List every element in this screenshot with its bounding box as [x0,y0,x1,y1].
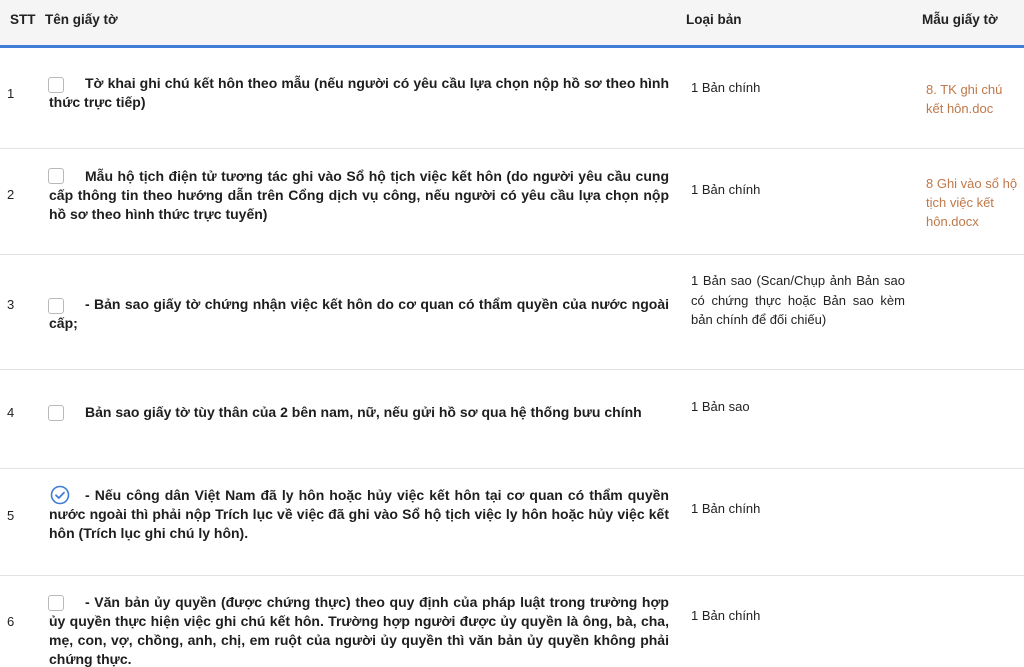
header-type: Loại bản [686,12,742,27]
document-type: 1 Bản chính [691,608,761,623]
table-row: 5 - Nếu công dân Việt Nam đã ly hôn hoặc… [0,469,1024,576]
template-download-link[interactable]: 8 Ghi vào sổ hộ tịch việc kết hôn.docx [926,174,1020,231]
document-name: Bản sao giấy tờ tùy thân của 2 bên nam, … [85,404,642,420]
table-row: 3 - Bản sao giấy tờ chứng nhận việc kết … [0,255,1024,370]
document-name: Mẫu hộ tịch điện tử tương tác ghi vào Sổ… [49,168,669,222]
row-stt: 2 [7,187,15,202]
document-type: 1 Bản sao [691,399,750,414]
table-row: 4 Bản sao giấy tờ tùy thân của 2 bên nam… [0,370,1024,469]
row-stt: 4 [7,405,15,420]
document-name: - Văn bản ủy quyền (được chứng thực) the… [49,594,669,667]
table-row: 2 Mẫu hộ tịch điện tử tương tác ghi vào … [0,149,1024,255]
documents-table: STT Tên giấy tờ Loại bản Mẫu giấy tờ 1 T… [0,0,1024,667]
table-header: STT Tên giấy tờ Loại bản Mẫu giấy tờ [0,0,1024,48]
header-template: Mẫu giấy tờ [922,12,998,27]
template-download-link[interactable]: 8. TK ghi chú kết hôn.doc [926,80,1020,118]
document-type: 1 Bản chính [691,80,761,95]
row-stt: 6 [7,614,15,629]
table-row: 1 Tờ khai ghi chú kết hôn theo mẫu (nếu … [0,48,1024,149]
document-name: - Bản sao giấy tờ chứng nhận việc kết hô… [49,296,669,331]
document-type: 1 Bản chính [691,182,761,197]
document-name: Tờ khai ghi chú kết hôn theo mẫu (nếu ng… [49,75,669,110]
document-type: 1 Bản sao (Scan/Chụp ảnh Bản sao có chứn… [691,273,905,327]
header-name: Tên giấy tờ [45,12,118,27]
document-name: - Nếu công dân Việt Nam đã ly hôn hoặc h… [49,487,669,541]
row-stt: 1 [7,86,15,101]
header-stt: STT [10,12,36,27]
row-stt: 5 [7,508,15,523]
row-stt: 3 [7,297,15,312]
document-type: 1 Bản chính [691,501,761,516]
table-row: 6 - Văn bản ủy quyền (được chứng thực) t… [0,576,1024,667]
